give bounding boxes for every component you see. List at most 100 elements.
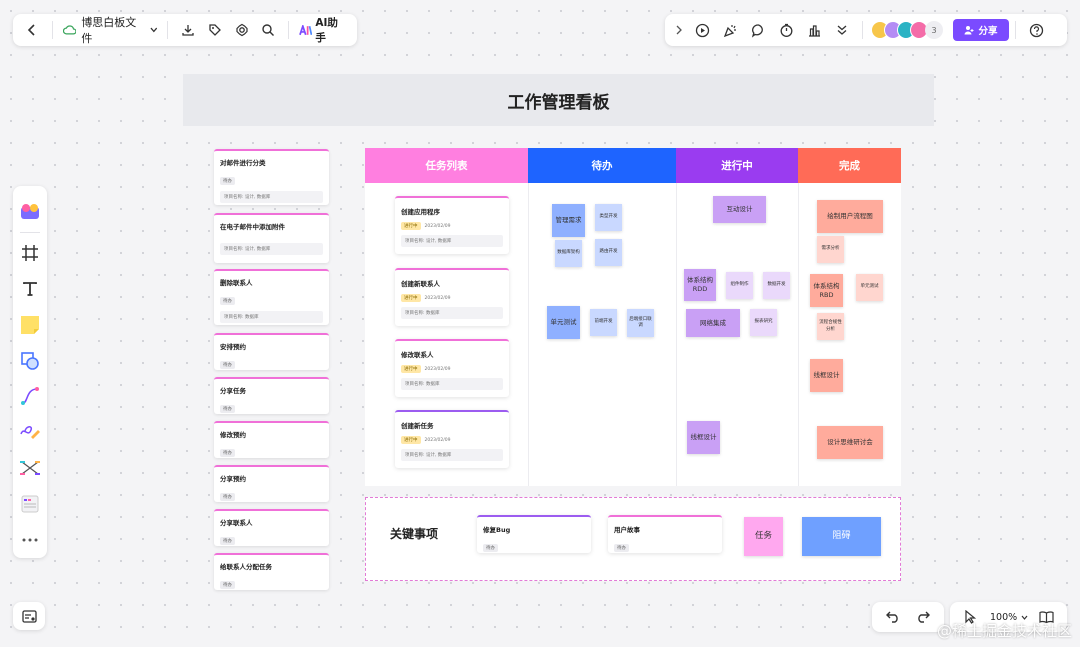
play-icon[interactable] <box>688 16 716 44</box>
connector-icon[interactable] <box>13 379 47 415</box>
task-date: 2023/02/09 <box>424 223 451 229</box>
help-icon[interactable] <box>1022 16 1050 44</box>
card-meta: 项目名称: 设计, 数据库 <box>220 243 323 255</box>
collaborators[interactable]: 3 <box>871 21 943 39</box>
undo-icon[interactable] <box>879 603 907 631</box>
column-header-todo[interactable]: 待办 <box>528 148 676 183</box>
cloud-icon <box>62 25 77 35</box>
divider <box>862 21 863 39</box>
status-badge: 进行中 <box>401 365 421 373</box>
sticky-note[interactable]: 路由开发 <box>595 239 622 266</box>
download-icon[interactable] <box>174 16 201 44</box>
sticky-note[interactable]: 类型开发 <box>595 204 622 231</box>
sticky-note[interactable]: 需求分析 <box>817 236 844 263</box>
minimap-toggle-button[interactable] <box>13 602 45 630</box>
task-card[interactable]: 创建新联系人 进行中 2023/02/09 项目名称: 数据库 <box>395 268 509 326</box>
left-card[interactable]: 在电子邮件中添加附件 项目名称: 设计, 数据库 <box>214 213 329 263</box>
vote-icon[interactable] <box>800 16 828 44</box>
file-name-menu[interactable]: 博思白板文件 <box>59 14 161 46</box>
card-title: 安排预约 <box>220 343 246 351</box>
column-header-tasks[interactable]: 任务列表 <box>365 148 528 183</box>
task-meta: 项目名称: 设计, 数据库 <box>401 235 503 247</box>
key-item-card[interactable]: 修复Bug 待办 <box>477 515 591 553</box>
sticky-note[interactable]: 流程合规性分析 <box>817 313 844 340</box>
watermark: @稀土掘金技术社区 <box>936 622 1072 640</box>
timer-icon[interactable] <box>772 16 800 44</box>
card-tag: 待办 <box>220 449 235 457</box>
task-date: 2023/02/09 <box>424 366 451 372</box>
sticky-note[interactable]: 体系结构RDD <box>684 269 716 301</box>
column-label: 待办 <box>591 160 613 172</box>
task-meta: 项目名称: 数据库 <box>401 307 503 319</box>
ai-assistant-button[interactable]: AI助手 <box>295 15 351 45</box>
card-title: 分享任务 <box>220 387 246 395</box>
sticky-note[interactable]: 数据库架构 <box>555 240 582 267</box>
key-items-section[interactable]: 关键事项 修复Bug 待办 用户故事 待办 任务 阻碍 <box>365 497 901 581</box>
left-card[interactable]: 删除联系人 待办 项目名称: 数据库 <box>214 269 329 325</box>
left-card[interactable]: 分享联系人 待办 <box>214 509 329 546</box>
task-card[interactable]: 创建新任务 进行中 2023/02/09 项目名称: 设计, 数据库 <box>395 410 509 468</box>
ai-logo-icon <box>299 24 313 35</box>
sticky-note[interactable]: 组件制作 <box>726 272 753 299</box>
column-header-in-progress[interactable]: 进行中 <box>676 148 798 183</box>
sticky-note[interactable]: 设计思维研讨会 <box>817 426 883 459</box>
task-card[interactable]: 创建应用程序 进行中 2023/02/09 项目名称: 设计, 数据库 <box>395 196 509 254</box>
file-name: 博思白板文件 <box>81 16 137 45</box>
sticky-note[interactable]: 报表研究 <box>750 309 777 336</box>
board-title-banner[interactable]: 工作管理看板 <box>183 74 934 126</box>
left-card[interactable]: 安排预约 待办 <box>214 333 329 370</box>
share-button[interactable]: 分享 <box>953 19 1009 41</box>
back-icon[interactable] <box>19 16 46 44</box>
column-label: 进行中 <box>721 160 753 172</box>
sticky-note[interactable]: 管理需求 <box>552 204 585 237</box>
left-card[interactable]: 分享任务 待办 <box>214 377 329 414</box>
left-card[interactable]: 分享预约 待办 <box>214 465 329 502</box>
frame-icon[interactable] <box>13 235 47 271</box>
sticky-note[interactable]: 绘制用户流程图 <box>817 200 883 233</box>
search-icon[interactable] <box>255 16 282 44</box>
more-tools-icon[interactable] <box>13 522 47 558</box>
more-down-icon[interactable] <box>828 16 856 44</box>
pen-icon[interactable] <box>13 414 47 450</box>
card-tag: 待办 <box>220 361 235 369</box>
tag-icon[interactable] <box>201 16 228 44</box>
mind-map-icon[interactable] <box>13 450 47 486</box>
card-tag: 待办 <box>220 537 235 545</box>
redo-icon[interactable] <box>909 603 937 631</box>
text-icon[interactable] <box>13 271 47 307</box>
sticky-note[interactable]: 前端开发 <box>590 309 617 336</box>
sticky-note[interactable]: 数据开发 <box>763 272 790 299</box>
left-card[interactable]: 修改预约 待办 <box>214 421 329 458</box>
sticky-note[interactable]: 阻碍 <box>802 517 881 556</box>
sticky-note[interactable]: 任务 <box>744 517 783 556</box>
settings-icon[interactable] <box>228 16 255 44</box>
sticky-note[interactable]: 单元测试 <box>547 306 580 339</box>
sticky-note-icon[interactable] <box>13 307 47 343</box>
left-card[interactable]: 对邮件进行分类 待办 项目名称: 设计, 数据库 <box>214 149 329 205</box>
divider <box>1015 21 1016 39</box>
sticky-note[interactable]: 体系结构RBD <box>810 274 843 307</box>
task-title: 创建新任务 <box>401 422 434 430</box>
key-item-card[interactable]: 用户故事 待办 <box>608 515 722 553</box>
task-card[interactable]: 修改联系人 进行中 2023/02/09 项目名称: 数据库 <box>395 339 509 397</box>
left-card[interactable]: 给联系人分配任务 待办 <box>214 553 329 590</box>
sticky-note[interactable]: 互动设计 <box>713 196 766 223</box>
expand-chevron-icon[interactable] <box>670 16 688 44</box>
column-divider <box>676 183 677 486</box>
sticky-note[interactable]: 线框设计 <box>687 421 720 454</box>
templates-icon[interactable] <box>13 194 47 230</box>
shape-icon[interactable] <box>13 343 47 379</box>
column-divider <box>528 183 529 486</box>
column-header-done[interactable]: 完成 <box>798 148 901 183</box>
undo-redo-toolbar <box>872 602 944 632</box>
celebrate-icon[interactable] <box>716 16 744 44</box>
sticky-note[interactable]: 线框设计 <box>810 359 843 392</box>
table-icon[interactable] <box>13 486 47 522</box>
comment-icon[interactable] <box>744 16 772 44</box>
sticky-note[interactable]: 网络集成 <box>686 309 740 337</box>
ai-assistant-label: AI助手 <box>315 17 338 44</box>
divider <box>51 21 53 39</box>
sticky-note[interactable]: 后端接口联调 <box>627 309 654 337</box>
kanban-board[interactable]: 任务列表 待办 进行中 完成 创建应用程序 进行中 2023/02/09 项目名称… <box>365 148 901 486</box>
sticky-note[interactable]: 单元测试 <box>856 274 883 301</box>
